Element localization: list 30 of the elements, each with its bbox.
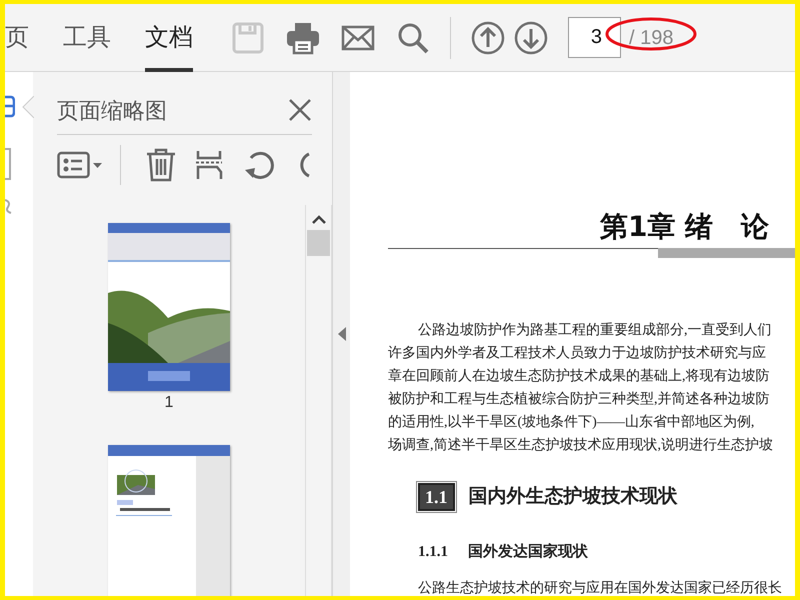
rotate-icon[interactable] [243,150,277,180]
scrollbar-thumb[interactable] [307,230,330,256]
text-line: 公路边坡防护作为路基工程的重要组成部分,一直受到人们 [417,321,772,340]
text-line: 被防护和工程与生态植被综合防护三种类型,并简述各种边坡防 [388,390,770,409]
print-icon[interactable] [286,20,320,54]
text-line: 的适用性,以半干旱区(坡地条件下)——山东省中部地区为例, [388,413,754,432]
page-count: / 198 [629,26,674,48]
page-number-field[interactable]: 3 [568,17,621,58]
page-label: 1 [164,393,174,413]
collapse-icon[interactable] [338,327,346,341]
panel-title: 页面缩略图 [57,96,167,124]
options-icon[interactable] [57,151,103,179]
scroll-up-icon[interactable] [312,215,326,224]
section-title: 国内外生态护坡技术现状 [468,484,678,509]
previous-page-icon[interactable] [471,20,505,54]
text-line: 章在回顾前人在边坡生态防护技术成果的基础上,将现有边坡防 [388,367,770,386]
subsection-title: 国外发达国家现状 [468,542,588,562]
tab[interactable]: 工具 [63,4,111,72]
section-number: 1.1 [418,483,454,512]
trash-icon[interactable] [145,148,177,182]
text-line: 公路生态护坡技术的研究与应用在国外发达国家已经历很长 [418,579,782,596]
text-line: 许多国内外学者及工程技术人员致力于边坡防护技术研究与应 [388,344,766,363]
subsection-number: 1.1.1 [418,543,448,562]
chapter-title: 第1章 绪 论 [600,212,770,243]
extract-icon[interactable] [195,150,223,180]
search-icon[interactable] [396,20,430,54]
text-line: 场调查,简述半干旱区生态护坡技术应用现状,说明进行生态护坡 [388,436,773,455]
tab[interactable]: 页 [5,4,29,72]
close-icon[interactable] [288,98,312,122]
next-page-icon[interactable] [514,20,548,54]
